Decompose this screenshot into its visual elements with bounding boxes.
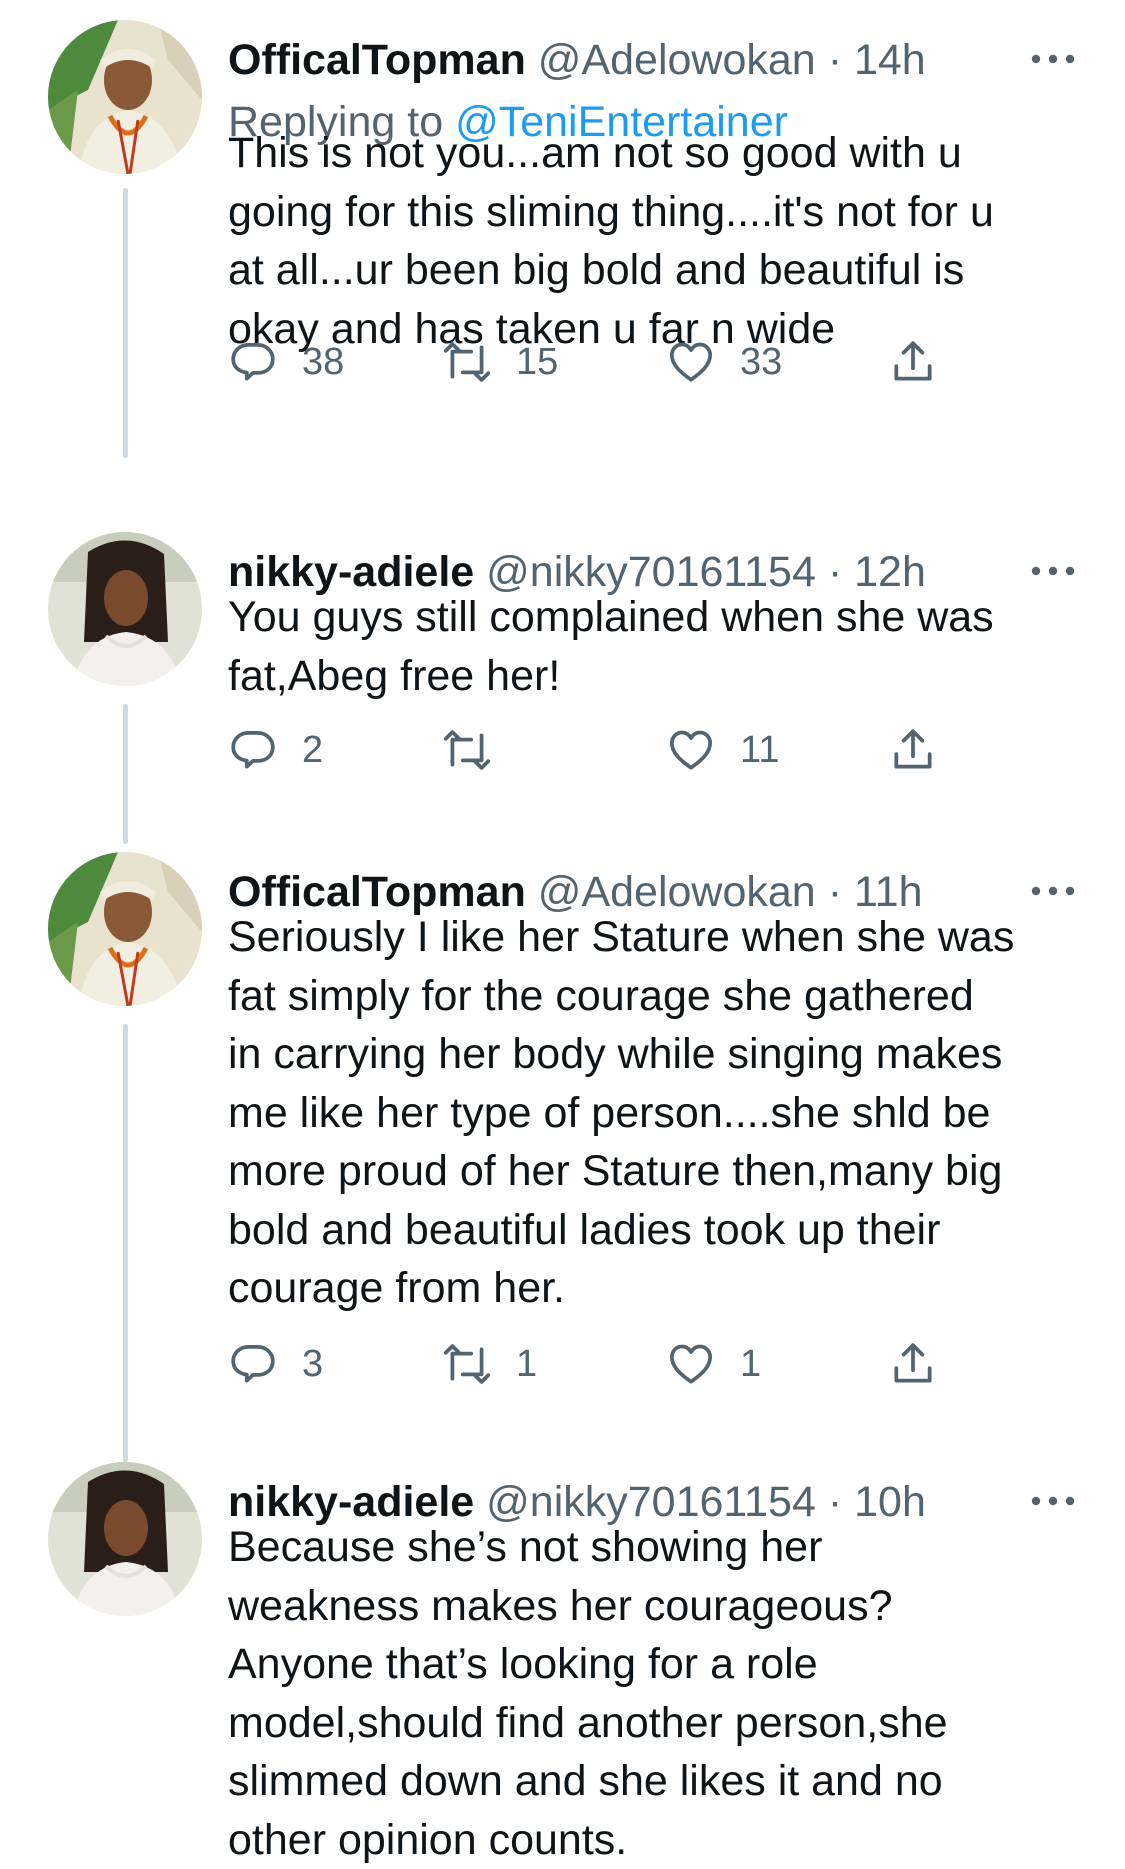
author-handle[interactable]: @Adelowokan [538, 36, 816, 84]
tweet-text-line: Anyone that’s looking for a role [228, 1635, 1088, 1694]
tweet-text-line: at all...ur been big bold and beautiful … [228, 241, 1088, 300]
reply-icon [228, 725, 278, 775]
reply-count: 2 [302, 729, 323, 772]
like-button[interactable]: 1 [666, 1336, 761, 1392]
action-bar: 3 1 1 [228, 1336, 948, 1392]
more-options-icon [1030, 884, 1076, 898]
reply-icon [228, 337, 278, 387]
thread-line [123, 188, 128, 458]
more-options-button[interactable] [1030, 52, 1076, 66]
share-button[interactable] [888, 334, 938, 390]
more-options-icon [1030, 52, 1076, 66]
like-count: 1 [740, 1343, 761, 1386]
reply-count: 38 [302, 341, 344, 384]
tweet-text: Seriously I like her Stature when she wa… [228, 908, 1088, 1318]
reply-button[interactable]: 2 [228, 722, 323, 778]
heart-icon [666, 1339, 716, 1389]
share-button[interactable] [888, 1336, 938, 1392]
more-options-button[interactable] [1030, 564, 1076, 578]
reply-icon [228, 1339, 278, 1389]
more-options-button[interactable] [1030, 1494, 1076, 1508]
tweet-text-line: going for this sliming thing....it's not… [228, 183, 1088, 242]
retweet-icon [442, 337, 492, 387]
thread-line [123, 1024, 128, 1462]
retweet-icon [442, 725, 492, 775]
retweet-button[interactable]: 1 [442, 1336, 537, 1392]
tweet-text: This is not you...am not so good with u … [228, 124, 1088, 358]
reply-button[interactable]: 38 [228, 334, 344, 390]
more-options-button[interactable] [1030, 884, 1076, 898]
tweet-text-line: fat,Abeg free her! [228, 647, 1088, 706]
tweet-text: Because she’s not showing her weakness m… [228, 1518, 1088, 1869]
tweet-text-line: model,should find another person,she [228, 1694, 1088, 1753]
retweet-count: 15 [516, 341, 558, 384]
like-button[interactable]: 11 [666, 722, 779, 778]
share-icon [888, 337, 938, 387]
woman-avatar-icon [48, 532, 202, 686]
reply-count: 3 [302, 1343, 323, 1386]
tweet-text-line: courage from her. [228, 1259, 1088, 1318]
share-icon [888, 725, 938, 775]
author-name[interactable]: OfficalTopman [228, 36, 526, 84]
retweet-count: 1 [516, 1343, 537, 1386]
tweet-text-line: in carrying her body while singing makes [228, 1025, 1088, 1084]
share-icon [888, 1339, 938, 1389]
share-button[interactable] [888, 722, 938, 778]
heart-icon [666, 337, 716, 387]
woman-avatar-icon [48, 1462, 202, 1616]
tweet-text-line: more proud of her Stature then,many big [228, 1142, 1088, 1201]
more-options-icon [1030, 1494, 1076, 1508]
tweet-text-line: Seriously I like her Stature when she wa… [228, 908, 1088, 967]
timestamp[interactable]: · 14h [828, 36, 926, 84]
tweet-text-line: other opinion counts. [228, 1811, 1088, 1869]
thread-line [123, 704, 128, 844]
avatar[interactable] [48, 1462, 202, 1616]
avatar[interactable] [48, 532, 202, 686]
tweet-header: OfficalTopman @Adelowokan · 14h [228, 34, 926, 86]
tweet-text-line: me like her type of person....she shld b… [228, 1084, 1088, 1143]
avatar[interactable] [48, 20, 202, 174]
tweet-text-line: You guys still complained when she was [228, 588, 1088, 647]
avatar[interactable] [48, 852, 202, 1006]
reply-button[interactable]: 3 [228, 1336, 323, 1392]
retweet-icon [442, 1339, 492, 1389]
tweet-text-line: slimmed down and she likes it and no [228, 1752, 1088, 1811]
heart-icon [666, 725, 716, 775]
tweet-text-line: Because she’s not showing her [228, 1518, 1088, 1577]
more-options-icon [1030, 564, 1076, 578]
action-bar: 2 11 [228, 722, 948, 778]
tweet-text-line: bold and beautiful ladies took up their [228, 1201, 1088, 1260]
tweet-text-line: This is not you...am not so good with u [228, 124, 1088, 183]
man-in-agbada-avatar-icon [48, 852, 202, 1006]
tweet-text: You guys still complained when she was f… [228, 588, 1088, 705]
tweet-text-line: weakness makes her courageous? [228, 1577, 1088, 1636]
action-bar: 38 15 33 [228, 334, 948, 390]
retweet-button[interactable]: 15 [442, 334, 558, 390]
like-button[interactable]: 33 [666, 334, 782, 390]
tweet-text-line: fat simply for the courage she gathered [228, 967, 1088, 1026]
like-count: 33 [740, 341, 782, 384]
retweet-button[interactable] [442, 722, 516, 778]
like-count: 11 [740, 729, 779, 772]
man-in-agbada-avatar-icon [48, 20, 202, 174]
